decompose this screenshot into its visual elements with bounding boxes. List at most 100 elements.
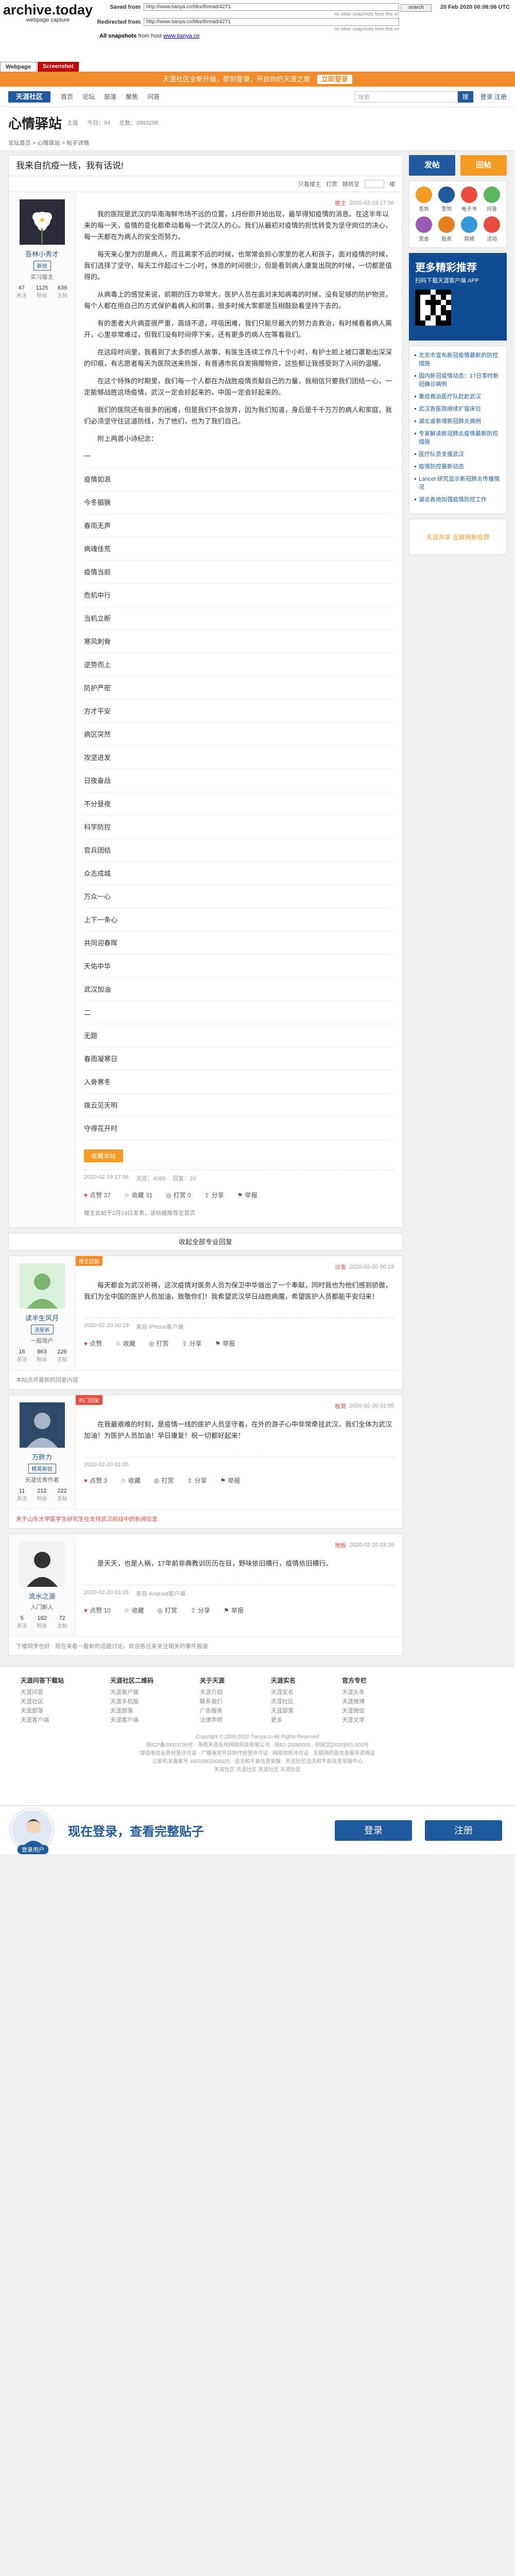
footer-link[interactable]: 天涯客户端 (21, 1716, 64, 1725)
reply-stat[interactable]: 16 关注 (17, 1349, 27, 1363)
footer-link[interactable]: 联系我们 (200, 1697, 225, 1706)
op-username[interactable]: 吾林小秀才 (12, 249, 72, 259)
footer-link[interactable]: 天涯部落 (110, 1706, 153, 1716)
footer-link[interactable]: 天涯手机版 (110, 1697, 153, 1706)
reply-stat[interactable]: 226 主帖 (57, 1349, 67, 1363)
news-list-item[interactable]: 武汉各医院继续扩容床位 (415, 405, 501, 413)
reply-stat[interactable]: 11 关注 (17, 1488, 27, 1502)
redirected-from-url[interactable]: http://www.tianya.cn/bbs/thread/4271 (144, 18, 399, 26)
footer-link[interactable]: 天涯介绍 (200, 1688, 225, 1697)
share-button[interactable]: ⇪ 分享 (204, 1191, 224, 1199)
like-button[interactable]: ♥ 点赞 (84, 1339, 102, 1348)
favorite-button[interactable]: ☆ 收藏 (121, 1476, 141, 1485)
footer-link[interactable]: 天涯微博 (342, 1697, 367, 1706)
reply-note[interactable]: 本帖点评最新的回复内容 (9, 1370, 402, 1389)
share-button[interactable]: ⇪ 分享 (187, 1476, 207, 1485)
replies-section-title[interactable]: 收起全部专业回复 (8, 1233, 403, 1250)
avatar[interactable] (19, 1263, 65, 1309)
reply-username[interactable]: 读半生风月 (12, 1313, 72, 1323)
tip-action-button[interactable]: ◎ 打赏 (158, 1606, 178, 1615)
sidebar-icon-item[interactable]: 活动 (483, 216, 501, 242)
favorite-button[interactable]: ☆ 收藏 (115, 1339, 135, 1348)
breadcrumb[interactable]: 论坛首页 > 心情驿站 > 帖子详情 (8, 139, 507, 147)
sidebar-icon-item[interactable]: 问答 (483, 187, 501, 212)
reply-stat[interactable]: 72 主帖 (57, 1615, 67, 1629)
sidebar-icon-item[interactable]: 商城 (460, 216, 478, 242)
footer-link[interactable]: 天涯部落 (271, 1706, 296, 1716)
jump-floor-input[interactable] (365, 180, 384, 188)
op-stat-fans[interactable]: 1125 粉丝 (36, 285, 48, 299)
news-list-item[interactable]: 北京市宣布新冠疫情最新的防控措施 (415, 351, 501, 368)
only-op-button[interactable]: 只看楼主 (298, 180, 321, 188)
tip-action-button[interactable]: ◎ 打赏 0 (166, 1191, 191, 1199)
reply-stat[interactable]: 5 关注 (17, 1615, 27, 1629)
report-button[interactable]: ⚑ 举报 (224, 1606, 244, 1615)
news-list-item[interactable]: 国内新冠疫情动态：17日零时新冠确诊病例 (415, 372, 501, 388)
report-button[interactable]: ⚑ 举报 (237, 1191, 258, 1199)
favorite-button[interactable]: ☆ 收藏 (124, 1606, 144, 1615)
nav-item-home[interactable]: 首页 (61, 92, 73, 101)
news-list-item[interactable]: 医疗队员支援武汉 (415, 450, 501, 459)
avatar[interactable] (19, 1541, 65, 1587)
footer-link[interactable]: 广告服务 (200, 1706, 225, 1716)
news-list-item[interactable]: 湖北省新增新冠肺炎病例 (415, 417, 501, 426)
news-list-item[interactable]: 湖北各地加强疫情防控工作 (415, 496, 501, 504)
new-post-button[interactable]: 发帖 (409, 155, 455, 176)
reply-stat[interactable]: 182 粉丝 (37, 1615, 47, 1629)
reply-button[interactable]: 回帖 (460, 155, 507, 176)
like-button[interactable]: ♥ 点赞 3 (84, 1476, 107, 1485)
footer-link[interactable]: 天涯社区 (271, 1697, 296, 1706)
footer-link[interactable]: 天涯实名 (271, 1688, 296, 1697)
all-snapshots-host-link[interactable]: www.tianya.cn (163, 33, 199, 39)
op-stat-posts[interactable]: 639 主帖 (57, 285, 67, 299)
footer-link[interactable]: 天涯头条 (342, 1688, 367, 1697)
like-button[interactable]: ♥ 点赞 37 (84, 1191, 111, 1199)
reply-stat[interactable]: 222 主帖 (57, 1488, 67, 1502)
footer-link[interactable]: 法律声明 (200, 1716, 225, 1725)
op-stat-follow[interactable]: 47 关注 (16, 285, 27, 299)
share-button[interactable]: ⇪ 分享 (191, 1606, 210, 1615)
tab-webpage[interactable]: Webpage (0, 62, 37, 72)
archive-logo[interactable]: archive.today webpage capture (3, 2, 93, 23)
footer-link[interactable]: 天涯问答 (21, 1688, 64, 1697)
sidebar-icon-item[interactable]: 拍卖 (437, 216, 456, 242)
sidebar-icon-item[interactable]: 电子书 (460, 187, 478, 212)
nav-item-qa[interactable]: 问答 (147, 92, 160, 101)
saved-from-url[interactable]: http://www.tianya.cn/bbs/thread/4271 (144, 3, 399, 11)
report-button[interactable]: ⚑ 举报 (220, 1476, 241, 1485)
report-button[interactable]: ⚑ 举报 (215, 1339, 235, 1348)
news-list-item[interactable]: 疫情防控最新动态 (415, 463, 501, 471)
reply-note[interactable]: 下楼同学也好 · 现在来看一看新的话题讨论，欢迎各位来关注相关的事件报道 (9, 1636, 402, 1655)
like-button[interactable]: ♥ 点赞 10 (84, 1606, 111, 1615)
footer-link[interactable]: 天涯微信 (342, 1706, 367, 1716)
footer-link[interactable]: 更多 (271, 1716, 296, 1725)
sidebar-icon-item[interactable]: 签到 (437, 187, 456, 212)
tip-action-button[interactable]: ◎ 打赏 (149, 1339, 169, 1348)
banner-login-button[interactable]: 立即登录 (317, 75, 352, 84)
footer-link[interactable]: 天涯社区 (21, 1697, 64, 1706)
sidebar-icon-item[interactable]: 签到 (415, 187, 433, 212)
tip-button[interactable]: 打赏 (326, 180, 337, 188)
sidebar-icon-item[interactable]: 赏金 (415, 216, 433, 242)
favorite-button[interactable]: ☆ 收藏 31 (124, 1191, 152, 1199)
nav-login-register[interactable]: 登录 注册 (480, 92, 507, 101)
reply-username[interactable]: 流水之源 (12, 1591, 72, 1601)
archive-search-button[interactable]: search (401, 4, 432, 12)
avatar[interactable] (19, 1402, 65, 1448)
tab-screenshot[interactable]: Screenshot (37, 62, 79, 72)
collect-button[interactable]: 收藏本帖 (84, 1149, 124, 1162)
reply-stat[interactable]: 212 粉丝 (37, 1488, 47, 1502)
site-search-input[interactable]: 搜索 (354, 91, 458, 103)
app-promo[interactable]: 更多精彩推荐 扫码下载天涯客户端 APP (409, 253, 507, 341)
sidebar-ad[interactable]: 天涯共享 互联网新视界 (409, 519, 507, 555)
nav-item-tribe[interactable]: 部落 (104, 92, 116, 101)
site-logo[interactable]: 天涯社区 (8, 91, 50, 103)
nav-item-focus[interactable]: 聚焦 (126, 92, 138, 101)
footer-link[interactable]: 天涯客户端 (110, 1716, 153, 1725)
footer-link[interactable]: 天涯客户端 (110, 1688, 153, 1697)
share-button[interactable]: ⇪ 分享 (182, 1339, 201, 1348)
avatar[interactable] (19, 199, 65, 245)
bottom-register-button[interactable]: 注册 (425, 1820, 502, 1841)
tip-action-button[interactable]: ◎ 打赏 (154, 1476, 174, 1485)
news-list-item[interactable]: Lancet 研究显示新冠肺炎传播情况 (415, 475, 501, 492)
